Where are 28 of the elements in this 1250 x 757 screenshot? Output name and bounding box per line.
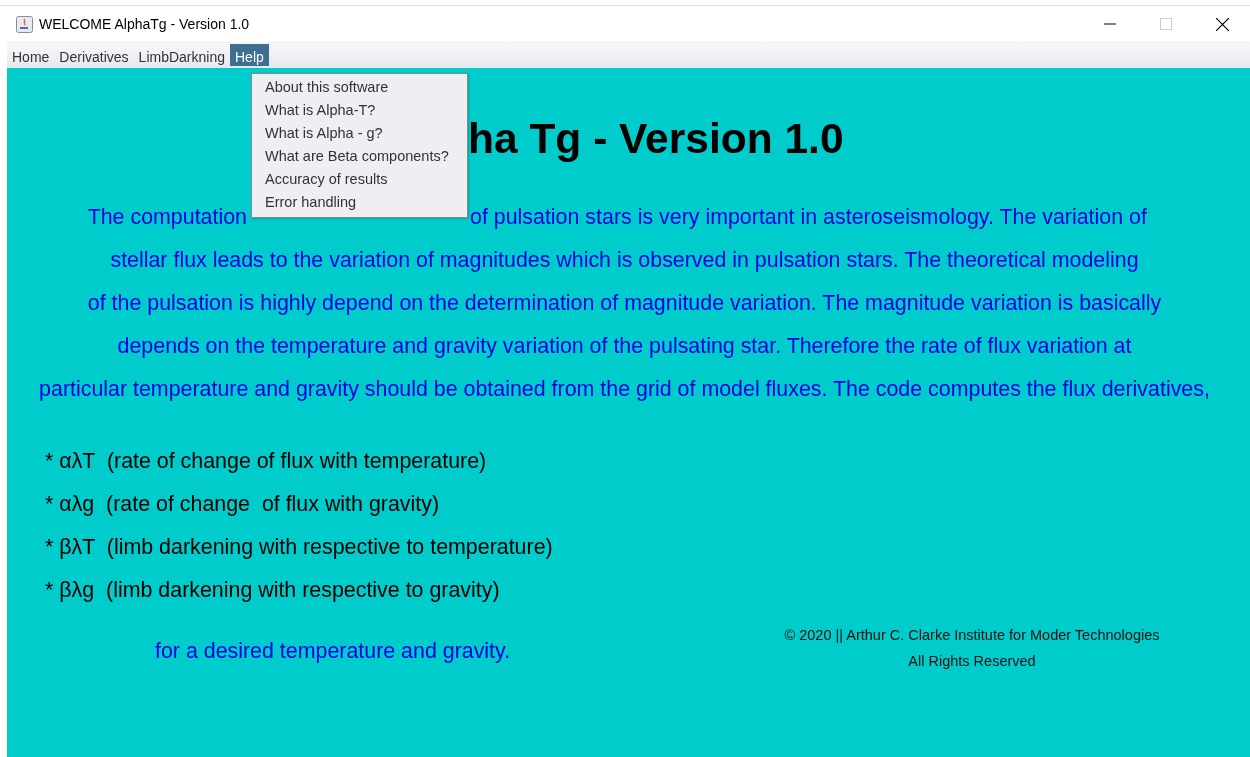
menu-item[interactable]: LimbDarkning (133, 44, 230, 66)
close-icon (1215, 17, 1229, 31)
description-text: of pulsation stars is very important in asteroseismology. The variation of (470, 205, 1147, 231)
window-title: WELCOME AlphaTg - Version 1.0 (39, 16, 250, 32)
menu-item[interactable]: Home (7, 44, 55, 66)
menu-option[interactable]: Error handling (252, 191, 467, 214)
bullet-text: * αλg (rate of change of flux with gravity) (45, 492, 439, 516)
menu-option[interactable]: Accuracy of results (252, 168, 467, 191)
description-text: depends on the temperature and gravity variation of the pulsating star. Therefore the rate of flux variation at (117, 334, 1132, 360)
maximize-icon (1160, 18, 1172, 30)
menu-option[interactable]: About this software (252, 76, 467, 99)
java-cup-icon (16, 15, 33, 33)
description-text: The computation (86, 205, 247, 231)
description-text: stellar flux leads to the variation of magnitudes which is observed in pulsation stars. The theoretical modeling (110, 248, 1139, 274)
menu-item[interactable]: Help (230, 44, 269, 66)
menu-option[interactable]: What is Alpha-T? (252, 99, 467, 122)
app-heading: ha Tg - Version 1.0 (468, 115, 844, 163)
closing-text: for a desired temperature and gravity. (155, 639, 511, 665)
copyright-text: All Rights Reserved (908, 653, 1036, 671)
description-text: of the pulsation is highly depend on the determination of magnitude variation. The magnitude variation is basically (87, 291, 1162, 317)
menu-option[interactable]: What are Beta components? (252, 145, 467, 168)
menu-item[interactable]: Derivatives (54, 44, 134, 66)
bullet-text: * βλT (limb darkening with respective to temperature) (45, 535, 553, 559)
copyright-text: © 2020 || Arthur C. Clarke Institute for Moder Technologies (784, 627, 1160, 645)
menu-option[interactable]: What is Alpha - g? (252, 122, 467, 145)
bullet-text: * αλT (rate of change of flux with temperature) (45, 449, 487, 473)
bullet-text: * βλg (limb darkening with respective to gravity) (45, 578, 500, 602)
description-text: particular temperature and gravity should be obtained from the grid of model fluxes. The code computes the flux derivatives, (39, 377, 1210, 403)
